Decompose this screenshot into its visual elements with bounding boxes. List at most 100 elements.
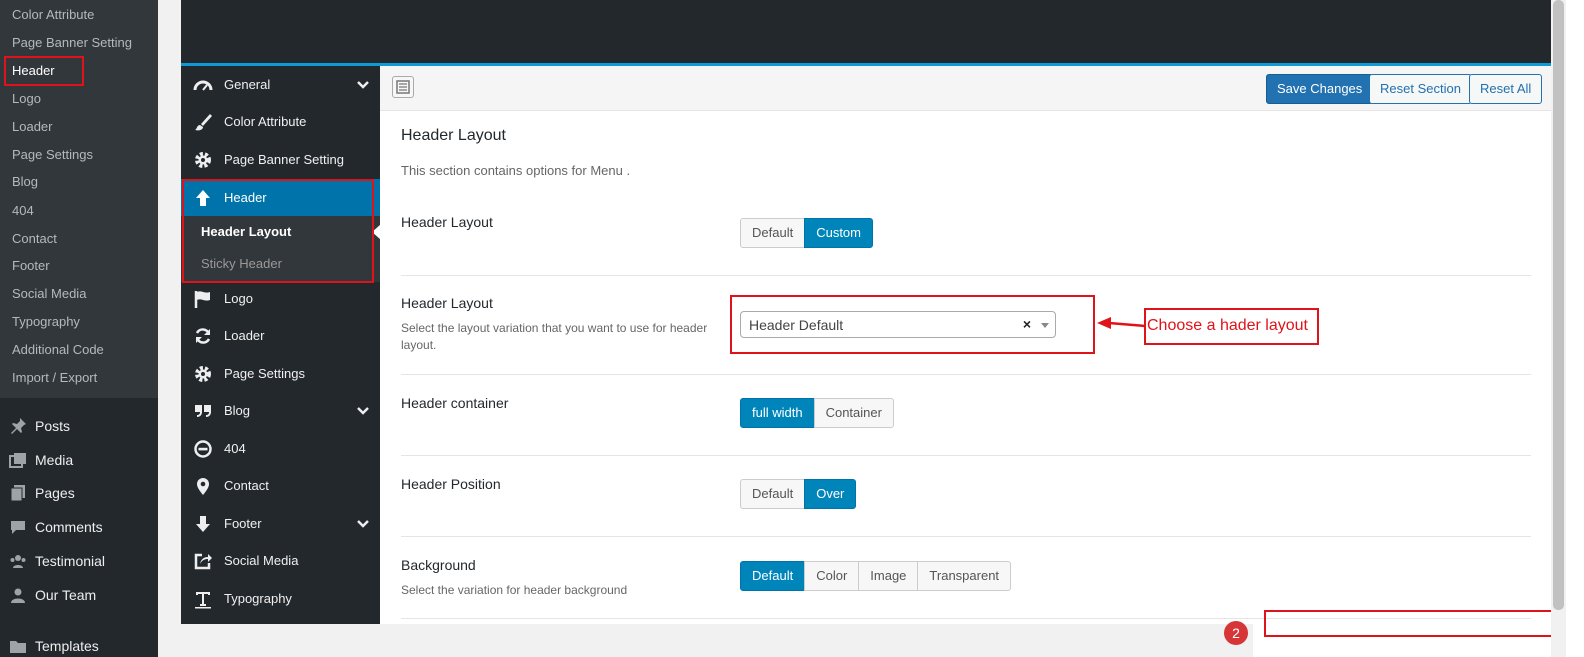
comments-icon (8, 517, 28, 537)
wp-submenu-item-page-banner-setting[interactable]: Page Banner Setting (12, 35, 132, 50)
row-divider (401, 374, 1531, 375)
quote-icon (193, 401, 213, 421)
refresh-icon (193, 326, 213, 346)
options-panel-sidebar: General Color Attribute Page Banner Sett… (181, 66, 380, 624)
panel-menu-label: Blog (224, 403, 251, 418)
field-title-header-container: Header container (401, 395, 509, 411)
wp-menu-label: Templates (35, 638, 99, 654)
wp-submenu-item-color-attribute[interactable]: Color Attribute (12, 7, 94, 22)
panel-menu-social-media[interactable]: Social Media (181, 542, 380, 579)
panel-menu-label: Footer (224, 516, 262, 531)
option-image-button[interactable]: Image (858, 561, 919, 591)
pin-icon (8, 416, 28, 436)
scrollbar-thumb[interactable] (1553, 0, 1564, 610)
wp-menu-label: Media (35, 452, 74, 468)
wp-submenu-item-footer[interactable]: Footer (12, 258, 50, 273)
field-description-header-layout-select: Select the layout variation that you wan… (401, 321, 708, 352)
reset-section-button[interactable]: Reset Section (1369, 74, 1472, 104)
wp-submenu-item-page-settings[interactable]: Page Settings (12, 147, 93, 162)
save-changes-button[interactable]: Save Changes (1266, 74, 1374, 104)
option-default-button[interactable]: Default (740, 479, 806, 509)
wp-submenu-item-logo[interactable]: Logo (12, 91, 41, 106)
gear-icon (193, 150, 213, 170)
panel-menu-label: 404 (224, 441, 246, 456)
panel-menu-404[interactable]: 404 (181, 430, 380, 467)
wp-submenu-item-additional-code[interactable]: Additional Code (12, 342, 104, 357)
media-icon (8, 450, 28, 470)
reset-all-button[interactable]: Reset All (1469, 74, 1543, 104)
wp-submenu-item-contact[interactable]: Contact (12, 231, 57, 246)
option-custom-button[interactable]: Custom (804, 218, 873, 248)
text-icon (193, 589, 213, 609)
panel-menu-typography[interactable]: Typography (181, 580, 380, 617)
wp-menu-testimonial[interactable]: Testimonial (8, 550, 105, 572)
header-container-buttonset: full width Container (740, 398, 894, 428)
panel-menu-loader[interactable]: Loader (181, 317, 380, 354)
chevron-down-icon (357, 519, 369, 528)
list-icon (396, 80, 410, 94)
panel-menu-footer[interactable]: Footer (181, 505, 380, 542)
chevron-down-icon (357, 406, 369, 415)
wp-menu-templates[interactable]: Templates (8, 635, 99, 657)
panel-header-bar (181, 0, 1551, 63)
pages-icon (8, 483, 28, 503)
panel-menu-label: Contact (224, 478, 269, 493)
wp-menu-pages[interactable]: Pages (8, 482, 75, 504)
panel-menu-label: Page Banner Setting (224, 152, 344, 167)
option-default-button[interactable]: Default (740, 561, 806, 591)
wp-submenu-item-loader[interactable]: Loader (12, 119, 52, 134)
wp-submenu-item-social-media[interactable]: Social Media (12, 286, 86, 301)
annotation-arrow-icon (1097, 317, 1146, 329)
header-layout-type-buttonset: Default Custom (740, 218, 873, 248)
wp-submenu-item-import-export[interactable]: Import / Export (12, 370, 97, 385)
callout-text: Choose a hader layout (1147, 317, 1308, 334)
option-over-button[interactable]: Over (804, 479, 857, 509)
highlight-bottom-box (1264, 610, 1560, 637)
user-icon (8, 585, 28, 605)
wp-menu-label: Posts (35, 418, 71, 434)
panel-menu-blog[interactable]: Blog (181, 392, 380, 429)
option-container-button[interactable]: Container (813, 398, 894, 428)
field-title-header-layout-type: Header Layout (401, 214, 493, 230)
panel-menu-label: General (224, 77, 271, 92)
wp-submenu-item-typography[interactable]: Typography (12, 314, 80, 329)
expand-options-button[interactable] (392, 76, 414, 98)
panel-menu-logo[interactable]: Logo (181, 280, 380, 317)
wp-menu-media[interactable]: Media (8, 449, 73, 471)
gear-icon (193, 364, 213, 384)
row-divider (401, 536, 1531, 537)
panel-menu-contact[interactable]: Contact (181, 467, 380, 504)
panel-menu-label: Logo (224, 291, 253, 306)
wp-menu-label: Pages (35, 485, 75, 501)
section-description: This section contains options for Menu . (401, 163, 631, 178)
section-title: Header Layout (401, 127, 506, 144)
panel-menu-label: Typography (224, 591, 292, 606)
wp-menu-our-team[interactable]: Our Team (8, 584, 96, 606)
panel-menu-page-banner-setting[interactable]: Page Banner Setting (181, 141, 380, 178)
option-default-button[interactable]: Default (740, 218, 806, 248)
option-color-button[interactable]: Color (804, 561, 860, 591)
wp-submenu-item-404[interactable]: 404 (12, 203, 34, 218)
panel-menu-page-settings[interactable]: Page Settings (181, 355, 380, 392)
notification-badge: 2 (1224, 621, 1248, 645)
field-title-background: Background (401, 557, 476, 573)
option-full-width-button[interactable]: full width (740, 398, 815, 428)
field-title-header-layout-select: Header Layout (401, 295, 493, 311)
highlight-select-box (730, 295, 1095, 354)
panel-menu-general[interactable]: General (181, 66, 380, 103)
gauge-icon (193, 75, 213, 95)
wp-menu-label: Testimonial (35, 553, 106, 569)
panel-menu-label: Social Media (224, 553, 299, 568)
wp-menu-comments[interactable]: Comments (8, 516, 103, 538)
panel-menu-color-attribute[interactable]: Color Attribute (181, 103, 380, 140)
panel-menu-label: Loader (224, 328, 265, 343)
header-position-buttonset: Default Over (740, 479, 857, 509)
row-divider (401, 455, 1531, 456)
option-transparent-button[interactable]: Transparent (917, 561, 1012, 591)
chevron-down-icon (357, 80, 369, 89)
wp-menu-posts[interactable]: Posts (8, 415, 70, 437)
templates-icon (8, 636, 28, 656)
options-toolbar: Save Changes Reset Section Reset All (380, 66, 1551, 111)
wp-submenu-item-blog[interactable]: Blog (12, 174, 38, 189)
panel-menu-label: Page Settings (224, 366, 305, 381)
